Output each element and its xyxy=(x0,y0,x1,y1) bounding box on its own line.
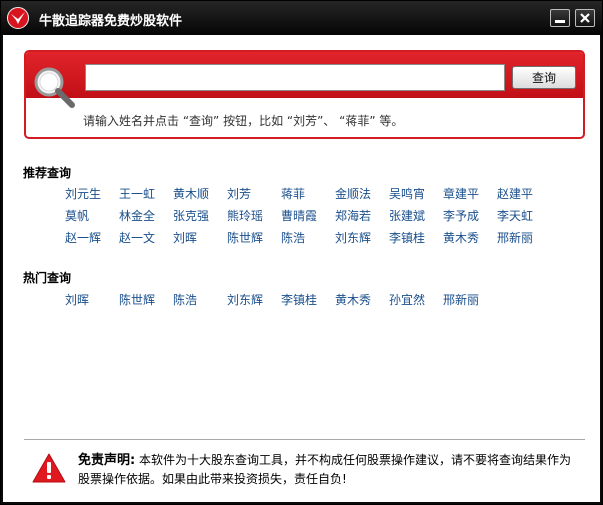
recommend-name-link[interactable]: 李天虹 xyxy=(497,207,551,229)
recommend-name-link[interactable]: 金顺法 xyxy=(335,185,389,207)
hot-name-link[interactable]: 孙宜然 xyxy=(389,291,443,313)
recommend-name-link[interactable]: 王一虹 xyxy=(119,185,173,207)
divider xyxy=(24,439,585,440)
recommend-name-link[interactable]: 陈世辉 xyxy=(227,229,281,251)
recommend-name-link[interactable]: 赵建平 xyxy=(497,185,551,207)
search-input[interactable] xyxy=(85,64,505,91)
minimize-icon xyxy=(555,20,565,23)
recommend-name-link[interactable]: 刘东辉 xyxy=(335,229,389,251)
hot-name-grid: 刘晖 陈世辉 陈浩 刘东辉 李镇桂 黄木秀 孙宜然 邢新丽 xyxy=(65,291,551,313)
recommend-name-link[interactable]: 章建平 xyxy=(443,185,497,207)
recommend-name-link[interactable]: 赵一辉 xyxy=(65,229,119,251)
hot-name-link[interactable]: 李镇桂 xyxy=(281,291,335,313)
hot-name-link[interactable]: 黄木秀 xyxy=(335,291,389,313)
recommend-name-link[interactable]: 黄木秀 xyxy=(443,229,497,251)
recommend-name-link[interactable]: 莫帆 xyxy=(65,207,119,229)
recommend-name-link[interactable]: 陈浩 xyxy=(281,229,335,251)
recommend-name-link[interactable]: 李予成 xyxy=(443,207,497,229)
recommend-name-grid: 刘元生 王一虹 黄木顺 刘芳 蒋菲 金顺法 吴鸣宵 章建平 赵建平莫帆 林金全 张克强 熊玲瑶 曹晴霞郑… xyxy=(65,185,551,251)
hot-name-link[interactable]: 刘东辉 xyxy=(227,291,281,313)
title-bar[interactable]: 牛散追踪器免费炒股软件 xyxy=(1,1,602,35)
recommend-name-link[interactable]: 黄木顺 xyxy=(173,185,227,207)
recommend-name-link[interactable]: 李镇桂 xyxy=(389,229,443,251)
hot-section-title: 热门查询 xyxy=(23,271,72,285)
recommend-name-link[interactable]: 林金全 xyxy=(119,207,173,229)
close-button[interactable] xyxy=(575,9,595,27)
window-title: 牛散追踪器免费炒股软件 xyxy=(39,14,183,29)
search-hint: 请输入姓名并点击 “查询” 按钮，比如 “刘芳”、 “蒋菲” 等。 xyxy=(83,114,404,128)
close-icon xyxy=(580,13,590,23)
hot-name-link[interactable]: 邢新丽 xyxy=(443,291,497,313)
search-band: 查询 xyxy=(26,52,583,108)
client-area: 查询 请输入姓名并点击 “查询” 按钮，比如 “刘芳”、 “蒋菲” 等。 推荐查… xyxy=(3,35,600,502)
search-panel: 查询 请输入姓名并点击 “查询” 按钮，比如 “刘芳”、 “蒋菲” 等。 xyxy=(24,50,585,139)
recommend-name-link[interactable]: 蒋菲 xyxy=(281,185,335,207)
disclaimer-text: 本软件为十大股东查询工具，并不构成任何股票操作建议，请不要将查询结果作为股票操作… xyxy=(78,453,572,486)
warning-icon xyxy=(32,453,66,483)
recommend-name-link[interactable]: 邢新丽 xyxy=(497,229,551,251)
search-button[interactable]: 查询 xyxy=(512,66,576,89)
recommend-name-link[interactable]: 吴鸣宵 xyxy=(389,185,443,207)
hot-name-link[interactable]: 刘晖 xyxy=(65,291,119,313)
hot-name-link[interactable]: 陈浩 xyxy=(173,291,227,313)
recommend-name-link[interactable]: 赵一文 xyxy=(119,229,173,251)
disclaimer: 免责声明: 本软件为十大股东查询工具，并不构成任何股票操作建议，请不要将查询结果… xyxy=(78,451,583,488)
hot-name-link[interactable]: 陈世辉 xyxy=(119,291,173,313)
recommend-name-link[interactable]: 张克强 xyxy=(173,207,227,229)
recommend-name-link[interactable]: 熊玲瑶 xyxy=(227,207,281,229)
recommend-name-link[interactable]: 刘晖 xyxy=(173,229,227,251)
magnifier-icon xyxy=(34,67,75,108)
red-bird-logo-icon xyxy=(7,7,29,29)
minimize-button[interactable] xyxy=(550,9,570,27)
recommend-name-link[interactable]: 刘元生 xyxy=(65,185,119,207)
recommend-name-link[interactable]: 郑海若 xyxy=(335,207,389,229)
recommend-name-link[interactable]: 曹晴霞 xyxy=(281,207,335,229)
recommend-name-link[interactable]: 张建斌 xyxy=(389,207,443,229)
recommend-section-title: 推荐查询 xyxy=(23,166,72,180)
app-window: 牛散追踪器免费炒股软件 查询 请输入姓名并点击 “查询” 按钮，比如 “刘芳”、… xyxy=(0,0,603,505)
recommend-name-link[interactable]: 刘芳 xyxy=(227,185,281,207)
disclaimer-label: 免责声明: xyxy=(78,453,136,468)
